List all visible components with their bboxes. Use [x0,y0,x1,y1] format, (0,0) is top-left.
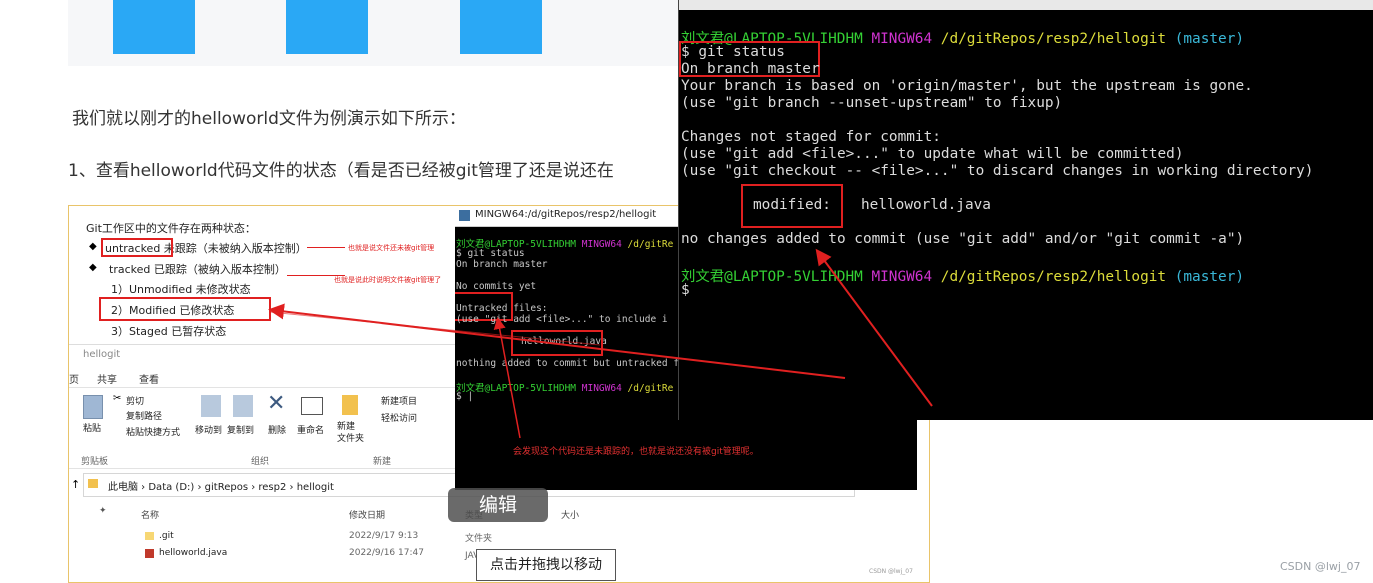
page-watermark: CSDN @lwj_07 [1280,560,1361,573]
thin-arrow [269,311,601,346]
annotation-arrows [268,248,933,439]
arrow-to-modified-note [268,303,846,379]
arrow-to-git-status [815,248,933,407]
edit-button[interactable]: 编辑 [448,488,548,522]
drag-tooltip: 点击并拖拽以移动 [476,549,616,581]
